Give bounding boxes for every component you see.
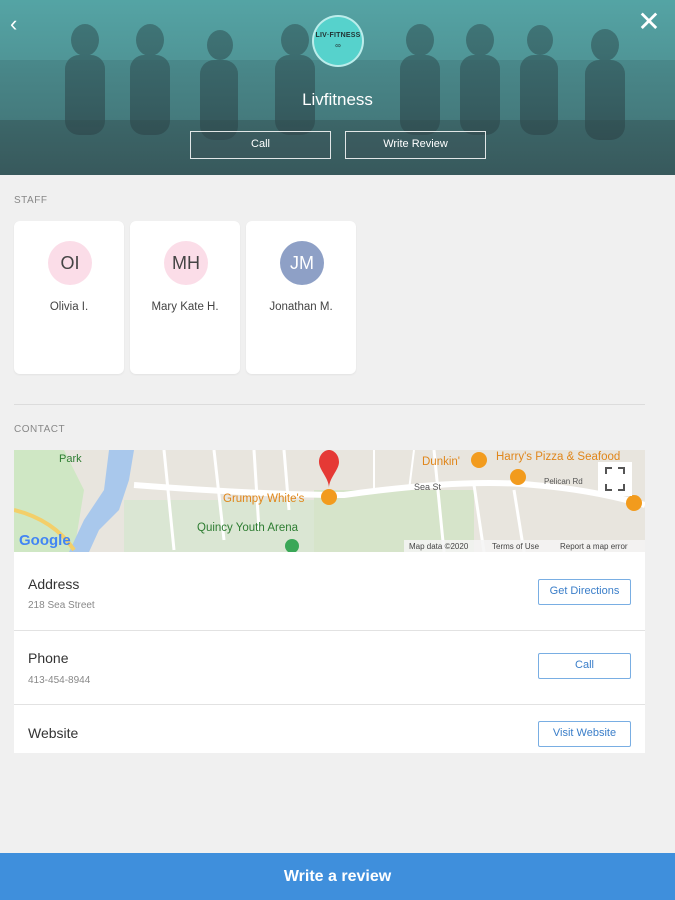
phone-value: 413-454-8944 [28,675,91,686]
staff-section-label: STAFF [14,195,48,206]
phone-label: Phone [28,650,69,666]
map-label-sea-st: Sea St [414,482,442,492]
avatar: MH [164,241,208,285]
get-directions-button[interactable]: Get Directions [538,579,631,605]
restaurant-marker-icon[interactable] [321,489,337,505]
hero-header: ‹ ✕ LIV·FITNESS ∞ Livfitness Call Write … [0,0,675,175]
business-name: Livfitness [302,90,373,109]
close-icon[interactable]: ✕ [637,8,661,36]
call-phone-button[interactable]: Call [538,653,631,679]
map-label-dunkin: Dunkin' [422,456,460,468]
map-label-pelican: Pelican Rd [544,477,583,486]
logo-text: LIV·FITNESS [315,32,361,39]
staff-name: Olivia I. [49,301,89,313]
map-graphic[interactable]: Park Grumpy White's Quincy Youth Arena D… [14,450,645,552]
restaurant-marker-icon[interactable] [510,469,526,485]
staff-name: Mary Kate H. [151,301,219,313]
business-logo: LIV·FITNESS ∞ [312,15,364,67]
address-label: Address [28,576,80,592]
map-view[interactable]: Park Grumpy White's Quincy Youth Arena D… [14,450,645,552]
website-label: Website [28,725,79,741]
avatar: OI [48,241,92,285]
back-icon[interactable]: ‹ [10,13,30,35]
map-terms-link[interactable]: Terms of Use [492,542,540,551]
fullscreen-icon[interactable] [598,462,632,496]
address-value: 218 Sea Street [28,600,95,611]
call-button[interactable]: Call [190,131,331,159]
staff-card[interactable]: JM Jonathan M. [246,221,356,374]
staff-card[interactable]: MH Mary Kate H. [130,221,240,374]
logo-symbol: ∞ [335,41,341,50]
map-report-link[interactable]: Report a map error [560,542,628,551]
map-label-grumpy: Grumpy White's [223,493,305,505]
address-row: Address 218 Sea Street Get Directions [14,552,645,630]
map-label-harrys: Harry's Pizza & Seafood [496,451,620,463]
contact-card: Address 218 Sea Street Get Directions Ph… [14,552,645,753]
map-label-quincy: Quincy Youth Arena [197,522,299,534]
avatar: JM [280,241,324,285]
map-data-credit: Map data ©2020 [409,542,469,551]
website-row: Website Visit Website [14,705,645,753]
cafe-marker-icon[interactable] [471,452,487,468]
staff-name: Jonathan M. [269,301,333,313]
visit-website-button[interactable]: Visit Website [538,721,631,747]
map-label-park: Park [59,453,82,465]
contact-section-label: CONTACT [14,424,66,435]
section-divider [14,404,645,405]
google-logo: Google [19,532,71,549]
phone-row: Phone 413-454-8944 Call [14,631,645,704]
staff-card[interactable]: OI Olivia I. [14,221,124,374]
write-review-button[interactable]: Write Review [345,131,486,159]
write-a-review-button[interactable]: Write a review [0,853,675,900]
restaurant-marker-icon[interactable] [626,495,642,511]
